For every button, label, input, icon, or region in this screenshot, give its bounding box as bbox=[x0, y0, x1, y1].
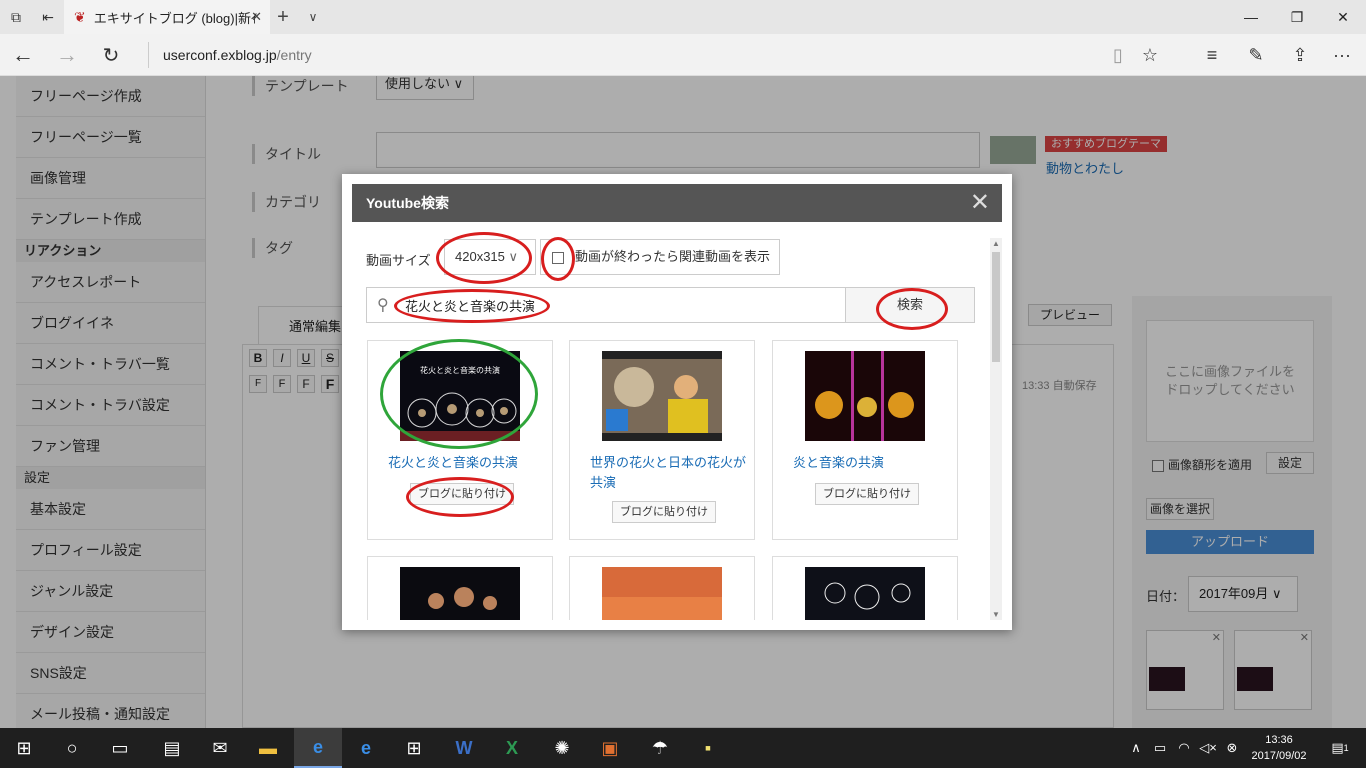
modal-scrollbar[interactable]: ▲ ▼ bbox=[990, 238, 1002, 620]
favicon-icon: ❦ bbox=[74, 8, 86, 25]
video-thumbnail[interactable] bbox=[400, 567, 520, 620]
modal-title: Youtube検索 bbox=[366, 195, 449, 211]
hub-icon[interactable]: ≡ bbox=[1192, 34, 1232, 76]
video-title-link[interactable]: 炎と音楽の共演 bbox=[793, 453, 953, 473]
contacts-icon[interactable]: ▤ bbox=[148, 728, 196, 768]
back-button[interactable]: ← bbox=[2, 34, 44, 76]
checkbox-box bbox=[552, 252, 564, 264]
browser-tab-bar: ⧉ ⇤ ❦ エキサイトブログ (blog)|新ｲ ✕ + ∨ — ❐ ✕ bbox=[0, 0, 1366, 34]
tab-manager-icon[interactable]: ⧉ bbox=[0, 0, 32, 34]
cortana-icon[interactable]: ○ bbox=[48, 728, 96, 768]
video-thumbnail[interactable] bbox=[805, 351, 925, 441]
notification-count: 1 bbox=[1343, 743, 1349, 753]
paste-to-blog-button[interactable]: ブログに貼り付け bbox=[815, 483, 919, 505]
search-field: ⚲ bbox=[366, 287, 846, 323]
volume-mute-icon[interactable]: ◁× bbox=[1198, 728, 1218, 768]
more-icon[interactable]: ··· bbox=[1322, 34, 1362, 76]
search-input[interactable] bbox=[405, 288, 835, 322]
tab-title: エキサイトブログ (blog)|新ｲ bbox=[93, 10, 258, 26]
search-icon: ⚲ bbox=[377, 297, 389, 314]
edge-icon[interactable]: e bbox=[294, 728, 342, 768]
url-domain: userconf.exblog.jp bbox=[163, 47, 277, 63]
video-size-select[interactable]: 420x315 ∨ bbox=[444, 239, 536, 275]
video-size-value: 420x315 bbox=[455, 249, 505, 264]
ime-icon[interactable]: ⊗ bbox=[1222, 728, 1242, 768]
minimize-button[interactable]: — bbox=[1228, 0, 1274, 34]
chevron-down-icon: ∨ bbox=[508, 249, 519, 264]
clock[interactable]: 13:36 2017/09/02 bbox=[1244, 732, 1314, 764]
related-videos-label: 動画が終わったら関連動画を表示 bbox=[575, 249, 771, 264]
taskbar: ⊞ ○ ▭ ▤ ✉ ▬ e e ⊞ W X ✺ ▣ ☂ ▪ ∧ ▭ ◠ ◁× ⊗… bbox=[0, 728, 1366, 768]
store-icon[interactable]: ⊞ bbox=[390, 728, 438, 768]
related-videos-checkbox[interactable]: 動画が終わったら関連動画を表示 bbox=[540, 239, 780, 275]
word-icon[interactable]: W bbox=[440, 728, 488, 768]
refresh-button[interactable]: ↻ bbox=[90, 34, 132, 76]
clock-date: 2017/09/02 bbox=[1251, 750, 1307, 762]
favorite-star-icon[interactable]: ☆ bbox=[1130, 34, 1170, 76]
search-button[interactable]: 検索 bbox=[845, 287, 975, 323]
paste-to-blog-button[interactable]: ブログに貼り付け bbox=[410, 483, 514, 505]
tab-close-icon[interactable]: ✕ bbox=[251, 9, 262, 25]
restore-button[interactable]: ❐ bbox=[1274, 0, 1320, 34]
forward-button[interactable]: → bbox=[46, 34, 88, 76]
new-tab-button[interactable]: + bbox=[270, 0, 296, 34]
video-size-label: 動画サイズ bbox=[366, 253, 431, 268]
modal-body: 動画サイズ 420x315 ∨ 動画が終わったら関連動画を表示 ⚲ 検索 花火と… bbox=[356, 236, 988, 620]
umbrella-icon[interactable]: ☂ bbox=[636, 728, 684, 768]
mail-icon[interactable]: ✉ bbox=[196, 728, 244, 768]
paste-to-blog-button[interactable]: ブログに貼り付け bbox=[612, 501, 716, 523]
address-bar: ← → ↻ userconf.exblog.jp/entry ▯ ☆ ≡ ✎ ⇪… bbox=[0, 34, 1366, 76]
browser-tab-active[interactable]: ❦ エキサイトブログ (blog)|新ｲ ✕ bbox=[64, 0, 270, 34]
video-result-card bbox=[569, 556, 755, 620]
task-view-icon[interactable]: ▭ bbox=[96, 728, 144, 768]
url-field[interactable]: userconf.exblog.jp/entry bbox=[148, 42, 1048, 68]
set-aside-tabs-icon[interactable]: ⇤ bbox=[32, 0, 64, 34]
clock-time: 13:36 bbox=[1265, 734, 1293, 746]
tab-preview-icon[interactable]: ∨ bbox=[300, 0, 326, 34]
scroll-down-icon[interactable]: ▼ bbox=[990, 610, 1002, 619]
action-center-icon[interactable]: ▤ 1 bbox=[1320, 728, 1360, 768]
scroll-thumb[interactable] bbox=[992, 252, 1000, 362]
modal-header: Youtube検索 ✕ bbox=[352, 184, 1002, 222]
video-result-card: 花火と炎と音楽の共演 花火と炎と音楽の共演 ブログに貼り付け bbox=[367, 340, 553, 540]
share-icon[interactable]: ⇪ bbox=[1280, 34, 1320, 76]
windows-start-icon[interactable]: ⊞ bbox=[0, 728, 48, 768]
video-result-card: 世界の花火と日本の花火が共演 ブログに貼り付け bbox=[569, 340, 755, 540]
internet-explorer-icon[interactable]: e bbox=[342, 728, 390, 768]
excel-icon[interactable]: X bbox=[488, 728, 536, 768]
scroll-up-icon[interactable]: ▲ bbox=[990, 239, 1002, 248]
video-result-card bbox=[772, 556, 958, 620]
file-explorer-icon[interactable]: ▬ bbox=[244, 728, 292, 768]
video-thumbnail[interactable] bbox=[602, 351, 722, 441]
web-note-icon[interactable]: ✎ bbox=[1236, 34, 1276, 76]
tray-expand-icon[interactable]: ∧ bbox=[1126, 728, 1146, 768]
video-result-card bbox=[367, 556, 553, 620]
video-title-link[interactable]: 世界の花火と日本の花火が共演 bbox=[590, 453, 750, 493]
video-result-card: 炎と音楽の共演 ブログに貼り付け bbox=[772, 340, 958, 540]
url-path: /entry bbox=[276, 47, 312, 63]
video-thumbnail[interactable] bbox=[602, 567, 722, 620]
close-icon[interactable]: ✕ bbox=[970, 184, 990, 222]
video-title-link[interactable]: 花火と炎と音楽の共演 bbox=[388, 453, 548, 473]
video-thumbnail[interactable] bbox=[805, 567, 925, 620]
close-window-button[interactable]: ✕ bbox=[1320, 0, 1366, 34]
paint-icon[interactable]: ✺ bbox=[538, 728, 586, 768]
video-thumbnail-caption: 花火と炎と音楽の共演 bbox=[420, 365, 500, 375]
wifi-icon[interactable]: ◠ bbox=[1174, 728, 1194, 768]
toolbox-icon[interactable]: ▣ bbox=[586, 728, 634, 768]
youtube-search-modal: Youtube検索 ✕ 動画サイズ 420x315 ∨ 動画が終わったら関連動画… bbox=[342, 174, 1012, 630]
sticky-notes-icon[interactable]: ▪ bbox=[684, 728, 732, 768]
battery-icon[interactable]: ▭ bbox=[1150, 728, 1170, 768]
video-thumbnail[interactable]: 花火と炎と音楽の共演 bbox=[400, 351, 520, 441]
